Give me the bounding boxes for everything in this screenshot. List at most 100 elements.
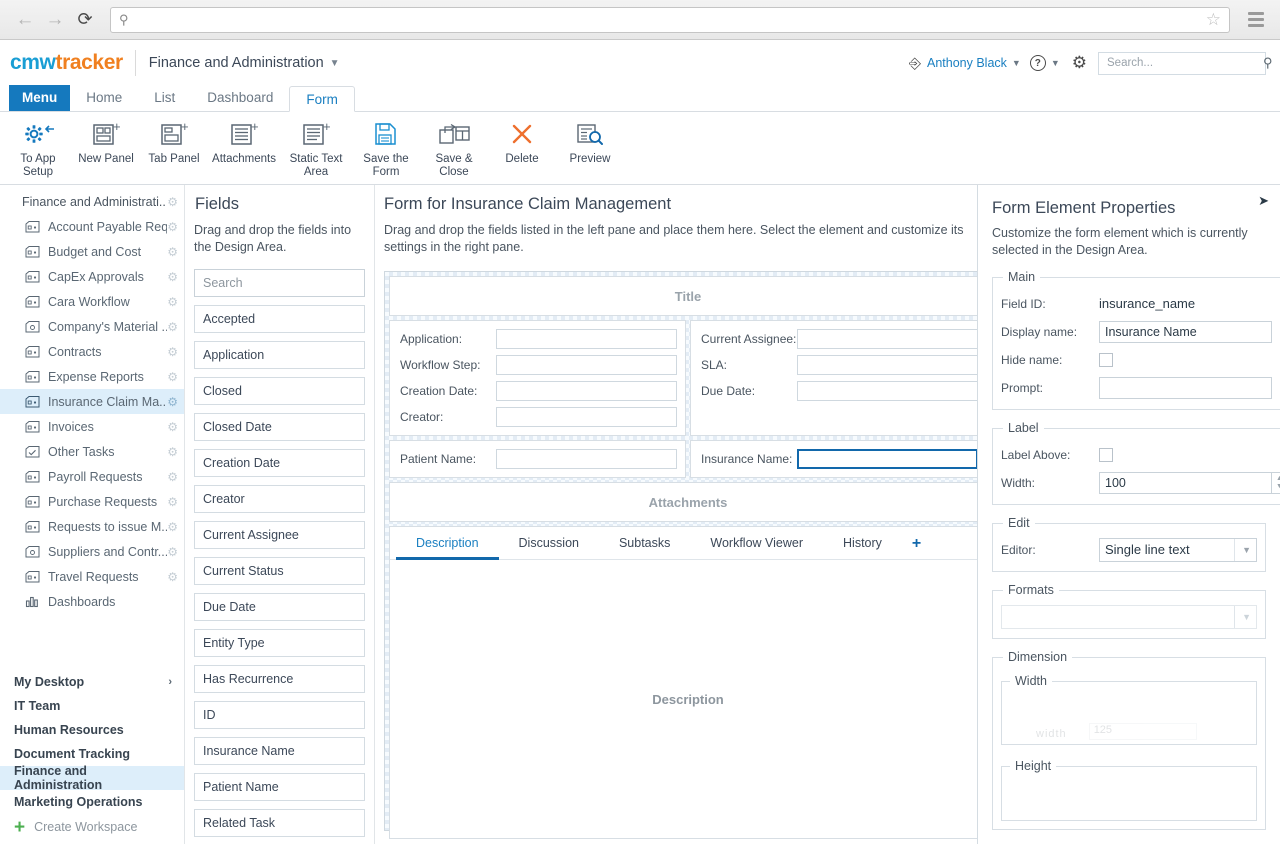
field-input[interactable] (496, 355, 677, 375)
field-chip-entity-type[interactable]: Entity Type (194, 629, 365, 657)
field-chip-related-task[interactable]: Related Task (194, 809, 365, 837)
title-panel[interactable]: Title (389, 276, 987, 316)
delete-button[interactable]: Delete (488, 112, 556, 166)
field-input[interactable] (496, 329, 677, 349)
save-and-close-button[interactable]: Save & Close (420, 112, 488, 178)
sidebar-item-requests-to-issue[interactable]: Requests to issue M... ⚙ (0, 514, 184, 539)
form-tab-subtasks[interactable]: Subtasks (599, 527, 690, 560)
sidebar-item-invoices[interactable]: Invoices ⚙ (0, 414, 184, 439)
gear-icon[interactable]: ⚙ (167, 445, 178, 459)
field-input[interactable] (797, 329, 978, 349)
field-input[interactable] (496, 449, 677, 469)
reload-icon[interactable]: ⟳ (70, 5, 100, 35)
form-tab-workflow-viewer[interactable]: Workflow Viewer (690, 527, 823, 560)
sidebar-item-travel-requests[interactable]: Travel Requests ⚙ (0, 564, 184, 589)
field-chip-current-assignee[interactable]: Current Assignee (194, 521, 365, 549)
fields-search-input[interactable] (194, 269, 365, 297)
forward-arrow-icon[interactable]: → (40, 5, 70, 35)
to-app-setup-button[interactable]: To App Setup (4, 112, 72, 178)
field-patient-name[interactable]: Patient Name: (400, 449, 677, 469)
workspace-it-team[interactable]: IT Team (0, 694, 184, 718)
browser-url-bar[interactable]: ⚲ ☆ (110, 7, 1230, 33)
url-input[interactable] (135, 12, 1202, 28)
field-creator[interactable]: Creator: (400, 407, 677, 427)
tab-panel-button[interactable]: + Tab Panel (140, 112, 208, 166)
header-search-box[interactable]: ⚲ (1098, 52, 1266, 75)
gear-icon[interactable]: ⚙ (167, 520, 178, 534)
field-current-assignee[interactable]: Current Assignee: (701, 329, 978, 349)
label-width-stepper[interactable]: ▲ ▼ (1272, 472, 1280, 494)
search-icon[interactable]: ⚲ (1263, 55, 1273, 71)
static-text-area-button[interactable]: + Static Text Area (280, 112, 352, 178)
sidebar-item-other-tasks[interactable]: Other Tasks ⚙ (0, 439, 184, 464)
prompt-input[interactable] (1099, 377, 1272, 399)
field-input[interactable] (797, 355, 978, 375)
sidebar-item-payroll-requests[interactable]: Payroll Requests ⚙ (0, 464, 184, 489)
sidebar-item-capex-approvals[interactable]: CapEx Approvals ⚙ (0, 264, 184, 289)
tab-form[interactable]: Form (289, 86, 355, 112)
new-panel-button[interactable]: + New Panel (72, 112, 140, 166)
field-workflow-step[interactable]: Workflow Step: (400, 355, 677, 375)
attachments-panel[interactable]: Attachments (389, 482, 987, 522)
chevron-down-icon[interactable]: ▼ (330, 58, 340, 69)
gear-icon[interactable]: ⚙ (1072, 53, 1087, 73)
tab-dashboard[interactable]: Dashboard (191, 85, 289, 111)
left-fields-panel[interactable]: Application: Workflow Step: Creation Dat… (389, 320, 686, 436)
field-input[interactable] (797, 381, 978, 401)
field-chip-creator[interactable]: Creator (194, 485, 365, 513)
editor-select[interactable]: Single line text ▼ (1099, 538, 1257, 562)
sidebar-item-budget-and-cost[interactable]: Budget and Cost ⚙ (0, 239, 184, 264)
formats-select[interactable]: ▼ (1001, 605, 1257, 629)
collapse-right-icon[interactable]: ➤ (1258, 193, 1269, 209)
user-name[interactable]: Anthony Black (927, 56, 1007, 70)
display-name-input[interactable] (1099, 321, 1272, 343)
gear-icon[interactable]: ⚙ (167, 495, 178, 509)
sidebar-item-companys-material[interactable]: Company's Material ... ⚙ (0, 314, 184, 339)
field-due-date[interactable]: Due Date: (701, 381, 978, 401)
gear-icon[interactable]: ⚙ (167, 270, 178, 284)
tab-menu[interactable]: Menu (9, 85, 70, 111)
gear-icon[interactable]: ⚙ (167, 420, 178, 434)
form-tab-description[interactable]: Description (396, 527, 499, 560)
field-chip-current-status[interactable]: Current Status (194, 557, 365, 585)
gear-icon[interactable]: ⚙ (167, 545, 178, 559)
chevron-right-icon[interactable]: › (168, 676, 172, 688)
label-width-input[interactable] (1099, 472, 1272, 494)
gear-icon[interactable]: ⚙ (167, 195, 178, 209)
patient-name-panel[interactable]: Patient Name: (389, 440, 686, 478)
field-input-selected[interactable] (797, 449, 978, 469)
gear-icon[interactable]: ⚙ (167, 245, 178, 259)
stepper-down-icon[interactable]: ▼ (1276, 483, 1280, 491)
label-above-checkbox[interactable] (1099, 448, 1113, 462)
gear-icon[interactable]: ⚙ (167, 220, 178, 234)
field-input[interactable] (496, 381, 677, 401)
chevron-down-icon[interactable]: ▼ (1234, 606, 1251, 628)
form-tab-panel[interactable]: Description Discussion Subtasks Workflow… (389, 526, 987, 839)
help-menu-chevron-down-icon[interactable]: ▼ (1051, 58, 1060, 68)
form-tab-history[interactable]: History (823, 527, 902, 560)
sidebar-item-insurance-claim-management[interactable]: Insurance Claim Ma... ⚙ (0, 389, 184, 414)
field-chip-closed-date[interactable]: Closed Date (194, 413, 365, 441)
attachments-button[interactable]: + Attachments (208, 112, 280, 166)
sidebar-item-suppliers-and-contracts[interactable]: Suppliers and Contr... ⚙ (0, 539, 184, 564)
gear-icon[interactable]: ⚙ (167, 470, 178, 484)
sidebar-item-expense-reports[interactable]: Expense Reports ⚙ (0, 364, 184, 389)
sidebar-group-header[interactable]: Finance and Administrati... ⚙ (0, 189, 184, 214)
add-tab-plus-icon[interactable]: + (902, 527, 931, 560)
field-chip-creation-date[interactable]: Creation Date (194, 449, 365, 477)
workspace-document-tracking[interactable]: Document Tracking (0, 742, 184, 766)
tab-home[interactable]: Home (70, 85, 138, 111)
gear-icon[interactable]: ⚙ (167, 570, 178, 584)
field-chip-id[interactable]: ID (194, 701, 365, 729)
field-input[interactable] (496, 407, 677, 427)
sidebar-item-contracts[interactable]: Contracts ⚙ (0, 339, 184, 364)
field-creation-date[interactable]: Creation Date: (400, 381, 677, 401)
save-the-form-button[interactable]: Save the Form (352, 112, 420, 178)
user-menu-chevron-down-icon[interactable]: ▼ (1012, 58, 1021, 68)
header-search-input[interactable] (1105, 56, 1263, 70)
field-insurance-name[interactable]: Insurance Name: (701, 449, 978, 469)
field-chip-insurance-name[interactable]: Insurance Name (194, 737, 365, 765)
preview-button[interactable]: Preview (556, 112, 624, 166)
insurance-name-panel[interactable]: Insurance Name: (690, 440, 987, 478)
form-tab-discussion[interactable]: Discussion (499, 527, 599, 560)
